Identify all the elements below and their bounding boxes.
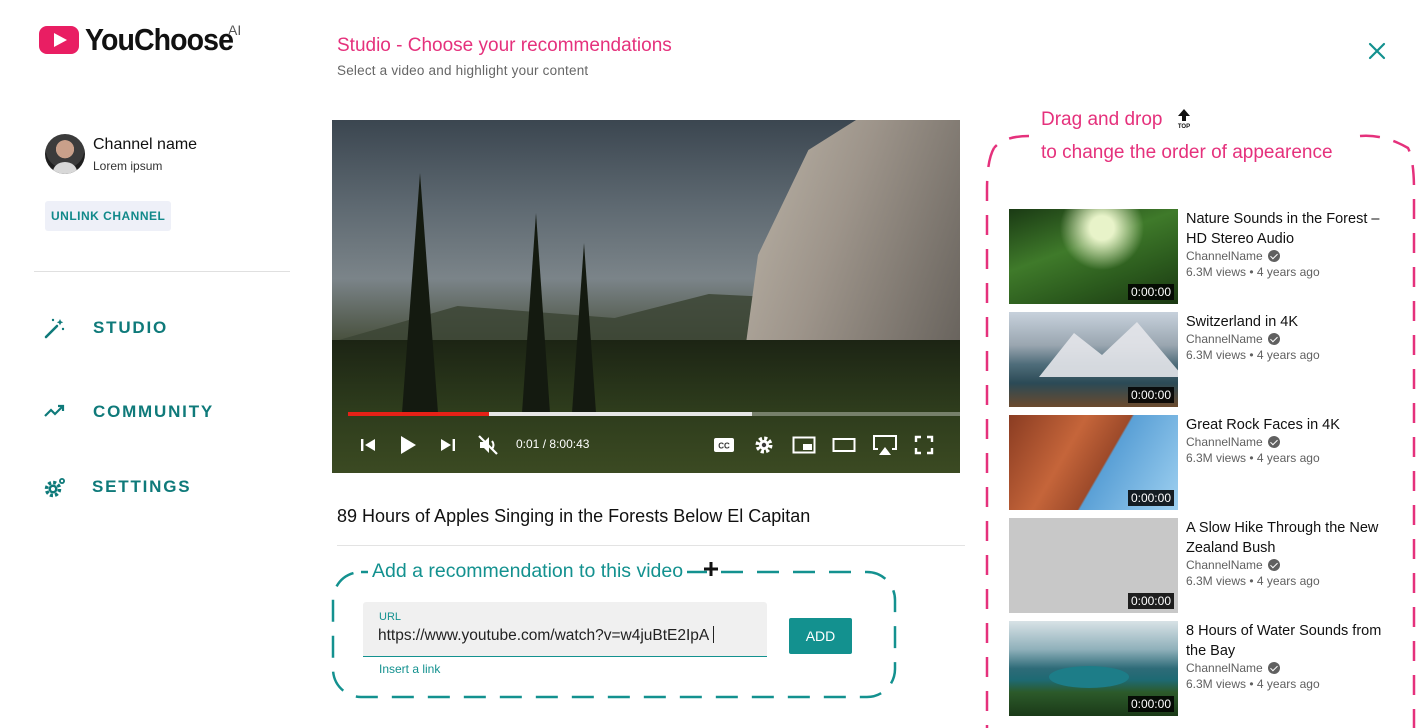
video-frame-tree xyxy=(572,243,596,413)
recommendation-meta: 6.3M views • 4 years ago xyxy=(1186,451,1320,465)
drag-drop-title: Drag and drop xyxy=(1041,109,1163,130)
duration-badge: 0:00:00 xyxy=(1127,490,1174,506)
video-thumbnail[interactable]: 0:00:00 xyxy=(1009,415,1178,510)
add-button[interactable]: ADD xyxy=(789,618,852,654)
progress-bar[interactable] xyxy=(348,412,960,416)
logo-text: YouChoose xyxy=(85,22,234,57)
video-thumbnail[interactable]: 0:00:00 xyxy=(1009,209,1178,304)
miniplayer-icon[interactable] xyxy=(792,428,816,462)
recommendation-item[interactable]: 0:00:00 Switzerland in 4K ChannelName 6.… xyxy=(1009,312,1409,407)
cast-icon[interactable] xyxy=(872,428,898,462)
duration-badge: 0:00:00 xyxy=(1127,284,1174,300)
channel-info: Channel name Lorem ipsum xyxy=(45,134,197,174)
sidebar-item-studio[interactable]: STUDIO xyxy=(43,316,168,340)
video-frame-tree xyxy=(402,173,438,413)
verified-icon xyxy=(1267,436,1280,448)
recommendation-channel: ChannelName xyxy=(1186,558,1280,572)
fullscreen-icon[interactable] xyxy=(913,428,935,462)
title-divider xyxy=(337,545,965,546)
recommendation-title[interactable]: 8 Hours of Water Sounds from the Bay xyxy=(1186,621,1401,661)
settings-gear-icon[interactable] xyxy=(752,428,776,462)
recommendation-item[interactable]: 0:00:00 Nature Sounds in the Forest – HD… xyxy=(1009,209,1409,304)
recommendation-meta: 6.3M views • 4 years ago xyxy=(1186,265,1320,279)
channel-subtitle: Lorem ipsum xyxy=(93,158,163,173)
sidebar-item-community[interactable]: COMMUNITY xyxy=(43,400,214,424)
drag-drop-subtitle: to change the order of appearence xyxy=(1041,142,1333,163)
play-icon[interactable] xyxy=(398,428,418,462)
sidebar-item-label: STUDIO xyxy=(93,318,169,337)
recommendation-channel: ChannelName xyxy=(1186,332,1280,346)
video-title: 89 Hours of Apples Singing in the Forest… xyxy=(337,506,811,526)
player-controls: 0:01 / 8:00:43 CC xyxy=(332,428,960,462)
previous-icon[interactable] xyxy=(358,428,378,462)
recommendation-channel: ChannelName xyxy=(1186,661,1280,675)
duration-badge: 0:00:00 xyxy=(1127,387,1174,403)
recommendation-meta: 6.3M views • 4 years ago xyxy=(1186,574,1320,588)
url-input-label: URL xyxy=(379,611,402,623)
avatar xyxy=(45,134,85,174)
plus-icon xyxy=(702,560,720,578)
add-recommendation-title: Add a recommendation to this video xyxy=(368,560,688,583)
next-icon[interactable] xyxy=(438,428,458,462)
sidebar-item-label: COMMUNITY xyxy=(93,402,215,421)
recommendation-channel: ChannelName xyxy=(1186,435,1280,449)
magic-wand-icon xyxy=(43,316,67,340)
played-bar xyxy=(348,412,489,416)
svg-text:CC: CC xyxy=(718,442,730,451)
video-frame-tree xyxy=(522,213,550,413)
theater-mode-icon[interactable] xyxy=(832,428,856,462)
svg-text:TOP: TOP xyxy=(1178,124,1190,130)
time-display: 0:01 / 8:00:43 xyxy=(516,437,590,451)
sidebar-item-settings[interactable]: SETTINGS xyxy=(43,475,191,499)
recommendation-title[interactable]: Nature Sounds in the Forest – HD Stereo … xyxy=(1186,209,1401,249)
recommendation-meta: 6.3M views • 4 years ago xyxy=(1186,677,1320,691)
sidebar-divider xyxy=(34,271,290,272)
recommendation-title[interactable]: A Slow Hike Through the New Zealand Bush xyxy=(1186,518,1401,558)
trending-icon xyxy=(43,400,67,424)
captions-icon[interactable]: CC xyxy=(712,428,736,462)
video-player[interactable]: 0:01 / 8:00:43 CC xyxy=(332,120,960,473)
play-logo-icon xyxy=(39,26,79,54)
recommendation-item[interactable]: 0:00:00 8 Hours of Water Sounds from the… xyxy=(1009,621,1409,716)
unlink-channel-button[interactable]: UNLINK CHANNEL xyxy=(45,201,172,231)
page-subtitle: Select a video and highlight your conten… xyxy=(337,63,589,78)
recommendation-meta: 6.3M views • 4 years ago xyxy=(1186,348,1320,362)
url-input[interactable]: URL https://www.youtube.com/watch?v=w4ju… xyxy=(363,602,767,657)
verified-icon xyxy=(1267,250,1280,262)
verified-icon xyxy=(1267,333,1280,345)
recommendation-item[interactable]: 0:00:00 Great Rock Faces in 4K ChannelNa… xyxy=(1009,415,1409,510)
video-thumbnail[interactable]: 0:00:00 xyxy=(1009,621,1178,716)
muted-volume-icon[interactable] xyxy=(476,428,500,462)
duration-badge: 0:00:00 xyxy=(1127,696,1174,712)
page-title: Studio - Choose your recommendations xyxy=(337,35,672,56)
logo-superscript: AI xyxy=(228,22,242,38)
duration-badge: 0:00:00 xyxy=(1127,593,1174,609)
video-thumbnail[interactable]: 0:00:00 xyxy=(1009,518,1178,613)
recommendation-title[interactable]: Switzerland in 4K xyxy=(1186,312,1401,332)
video-thumbnail[interactable]: 0:00:00 xyxy=(1009,312,1178,407)
channel-name: Channel name xyxy=(93,135,198,153)
recommendation-channel: ChannelName xyxy=(1186,249,1280,263)
app-logo[interactable]: YouChoose xyxy=(39,22,246,58)
recommendation-item[interactable]: 0:00:00 A Slow Hike Through the New Zeal… xyxy=(1009,518,1409,613)
sidebar-item-label: SETTINGS xyxy=(92,477,192,496)
verified-icon xyxy=(1267,662,1280,674)
url-input-value[interactable]: https://www.youtube.com/watch?v=w4juBtE2… xyxy=(378,626,714,645)
top-arrow-icon: TOP xyxy=(1175,108,1193,130)
verified-icon xyxy=(1267,559,1280,571)
close-icon[interactable] xyxy=(1366,40,1388,62)
recommendation-title[interactable]: Great Rock Faces in 4K xyxy=(1186,415,1401,435)
gear-icon xyxy=(43,475,67,499)
url-helper-text: Insert a link xyxy=(379,662,441,676)
